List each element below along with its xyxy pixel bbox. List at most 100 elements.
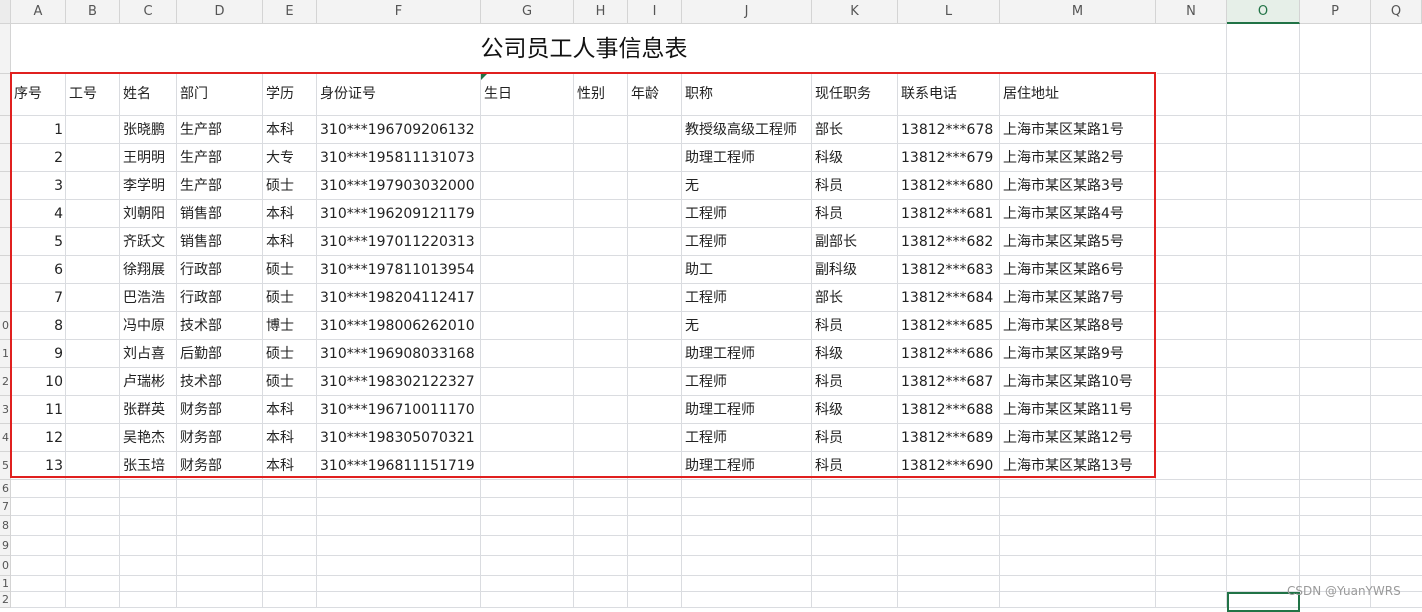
column-header-e[interactable]: E	[263, 0, 317, 24]
table-cell[interactable]: 科级	[812, 340, 843, 368]
table-cell[interactable]: 硕士	[263, 256, 294, 284]
table-cell[interactable]: 上海市某区某路8号	[1000, 312, 1124, 340]
table-cell[interactable]: 刘占喜	[120, 340, 165, 368]
column-header-k[interactable]: K	[812, 0, 898, 24]
table-cell[interactable]: 上海市某区某路4号	[1000, 200, 1124, 228]
table-cell[interactable]: 310***196209121179	[317, 200, 475, 228]
table-cell[interactable]: 8	[11, 312, 66, 340]
table-cell[interactable]: 科员	[812, 368, 843, 396]
table-cell[interactable]: 6	[11, 256, 66, 284]
table-cell[interactable]: 硕士	[263, 340, 294, 368]
table-cell[interactable]: 技术部	[177, 312, 222, 340]
table-cell[interactable]: 张晓鹏	[120, 116, 165, 144]
column-label-cell[interactable]: 姓名	[120, 74, 151, 116]
table-cell[interactable]: 310***198006262010	[317, 312, 475, 340]
row-header[interactable]: 0	[0, 312, 11, 340]
column-header-a[interactable]: A	[11, 0, 66, 24]
table-cell[interactable]: 后勤部	[177, 340, 222, 368]
table-cell[interactable]: 10	[11, 368, 66, 396]
row-header[interactable]	[0, 74, 11, 116]
table-cell[interactable]: 310***196709206132	[317, 116, 475, 144]
row-header[interactable]: 2	[0, 592, 11, 608]
table-cell[interactable]: 刘朝阳	[120, 200, 165, 228]
table-cell[interactable]: 张群英	[120, 396, 165, 424]
row-header[interactable]: 8	[0, 516, 11, 536]
table-cell[interactable]: 310***196710011170	[317, 396, 475, 424]
column-header-j[interactable]: J	[682, 0, 812, 24]
column-label-cell[interactable]: 联系电话	[898, 74, 957, 116]
column-header-d[interactable]: D	[177, 0, 263, 24]
table-cell[interactable]: 工程师	[682, 284, 727, 312]
table-cell[interactable]: 技术部	[177, 368, 222, 396]
table-cell[interactable]: 副科级	[812, 256, 857, 284]
table-cell[interactable]: 本科	[263, 396, 294, 424]
sheet-title[interactable]: 公司员工人事信息表	[11, 24, 1157, 74]
column-header-q[interactable]: Q	[1371, 0, 1422, 24]
table-cell[interactable]: 4	[11, 200, 66, 228]
table-cell[interactable]: 硕士	[263, 368, 294, 396]
table-cell[interactable]: 13812***689	[898, 424, 993, 452]
table-cell[interactable]: 本科	[263, 200, 294, 228]
table-cell[interactable]: 教授级高级工程师	[682, 116, 797, 144]
table-cell[interactable]: 科员	[812, 424, 843, 452]
column-header-i[interactable]: I	[628, 0, 682, 24]
table-cell[interactable]: 销售部	[177, 200, 222, 228]
table-cell[interactable]: 科级	[812, 144, 843, 172]
column-header-n[interactable]: N	[1156, 0, 1227, 24]
column-label-cell[interactable]: 居住地址	[1000, 74, 1059, 116]
table-cell[interactable]: 卢瑞彬	[120, 368, 165, 396]
column-label-cell[interactable]: 学历	[263, 74, 294, 116]
table-cell[interactable]: 助理工程师	[682, 340, 755, 368]
column-label-cell[interactable]: 工号	[66, 74, 97, 116]
table-cell[interactable]: 徐翔展	[120, 256, 165, 284]
row-header[interactable]: 4	[0, 424, 11, 452]
spreadsheet-grid[interactable]: A B C D E F G H I J K L M N O P Q 0 1 2 3 4 5 6 7 8 9 0 1 2 公司员工人事信息表序…	[0, 0, 1422, 612]
column-label-cell[interactable]: 身份证号	[317, 74, 376, 116]
row-header[interactable]: 9	[0, 536, 11, 556]
select-all-corner[interactable]	[0, 0, 11, 24]
table-cell[interactable]: 13812***686	[898, 340, 993, 368]
row-header[interactable]	[0, 116, 11, 144]
column-header-o[interactable]: O	[1227, 0, 1300, 24]
table-cell[interactable]: 310***198302122327	[317, 368, 475, 396]
column-label-cell[interactable]: 现任职务	[812, 74, 871, 116]
table-cell[interactable]: 310***197811013954	[317, 256, 475, 284]
row-header[interactable]: 1	[0, 576, 11, 592]
table-cell[interactable]: 13812***690	[898, 452, 993, 480]
row-header[interactable]	[0, 144, 11, 172]
table-cell[interactable]: 无	[682, 172, 699, 200]
table-cell[interactable]: 大专	[263, 144, 294, 172]
row-header[interactable]	[0, 172, 11, 200]
row-header[interactable]: 6	[0, 480, 11, 498]
table-cell[interactable]: 工程师	[682, 228, 727, 256]
table-cell[interactable]: 本科	[263, 424, 294, 452]
table-cell[interactable]: 310***197903032000	[317, 172, 475, 200]
column-label-cell[interactable]: 部门	[177, 74, 208, 116]
table-cell[interactable]: 销售部	[177, 228, 222, 256]
column-header-f[interactable]: F	[317, 0, 481, 24]
row-header[interactable]: 7	[0, 498, 11, 516]
table-cell[interactable]: 部长	[812, 116, 843, 144]
table-cell[interactable]: 11	[11, 396, 66, 424]
table-cell[interactable]: 吴艳杰	[120, 424, 165, 452]
column-label-cell[interactable]: 年龄	[628, 74, 659, 116]
row-header[interactable]: 1	[0, 340, 11, 368]
table-cell[interactable]: 助理工程师	[682, 396, 755, 424]
table-cell[interactable]: 上海市某区某路3号	[1000, 172, 1124, 200]
table-cell[interactable]: 上海市某区某路9号	[1000, 340, 1124, 368]
table-cell[interactable]: 13812***685	[898, 312, 993, 340]
table-cell[interactable]: 13812***681	[898, 200, 993, 228]
table-cell[interactable]: 上海市某区某路10号	[1000, 368, 1133, 396]
table-cell[interactable]: 3	[11, 172, 66, 200]
table-cell[interactable]: 本科	[263, 116, 294, 144]
table-cell[interactable]: 13812***688	[898, 396, 993, 424]
column-label-cell[interactable]: 生日	[481, 74, 512, 116]
table-cell[interactable]: 上海市某区某路12号	[1000, 424, 1133, 452]
table-cell[interactable]: 13812***687	[898, 368, 993, 396]
column-label-cell[interactable]: 职称	[682, 74, 713, 116]
table-cell[interactable]: 13812***682	[898, 228, 993, 256]
table-cell[interactable]: 本科	[263, 452, 294, 480]
row-header[interactable]	[0, 200, 11, 228]
table-cell[interactable]: 13812***678	[898, 116, 993, 144]
table-cell[interactable]: 副部长	[812, 228, 857, 256]
